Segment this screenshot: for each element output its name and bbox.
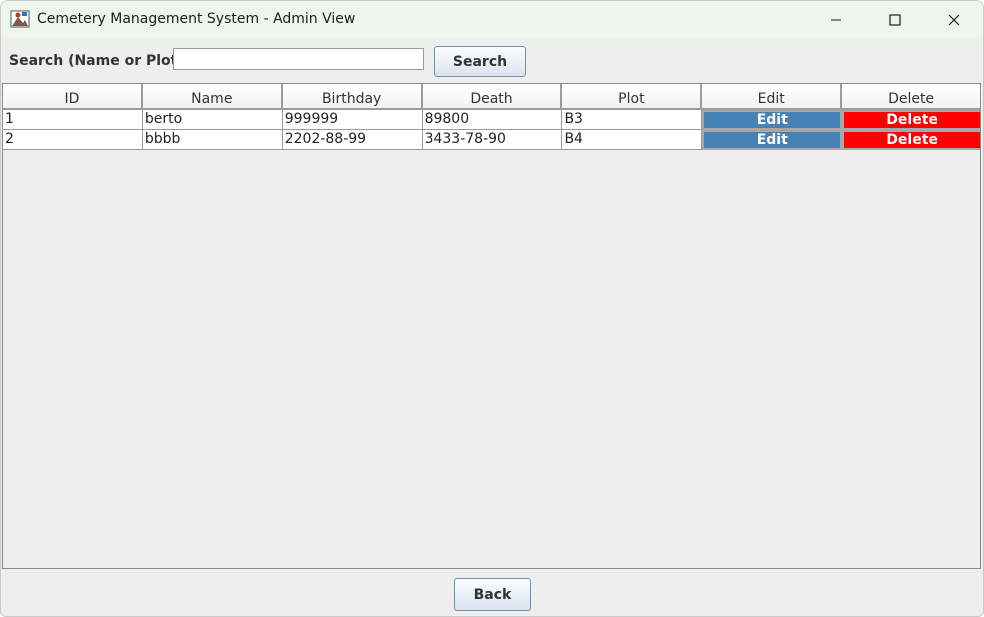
table-header: ID Name Birthday Death Plot Edit Delete: [3, 84, 980, 110]
delete-button[interactable]: Delete: [842, 130, 980, 150]
cell-name[interactable]: berto: [142, 110, 283, 130]
cell-birthday[interactable]: 999999: [282, 110, 423, 130]
records-table[interactable]: ID Name Birthday Death Plot Edit Delete …: [2, 83, 981, 569]
column-header-delete[interactable]: Delete: [842, 84, 980, 110]
search-input[interactable]: [173, 48, 424, 70]
search-button[interactable]: Search: [434, 46, 526, 77]
delete-button[interactable]: Delete: [842, 110, 980, 130]
close-button[interactable]: [925, 1, 983, 39]
table-row[interactable]: 2 bbbb 2202-88-99 3433-78-90 B4 Edit Del…: [3, 130, 980, 150]
table-row[interactable]: 1 berto 999999 89800 B3 Edit Delete: [3, 110, 980, 130]
cell-death[interactable]: 89800: [422, 110, 563, 130]
minimize-button[interactable]: [807, 1, 865, 39]
app-icon[interactable]: [10, 9, 30, 29]
column-header-birthday[interactable]: Birthday: [282, 84, 423, 110]
app-window: Cemetery Management System - Admin View …: [0, 0, 984, 617]
window-title: Cemetery Management System - Admin View: [37, 11, 356, 27]
maximize-icon: [889, 11, 901, 30]
column-header-name[interactable]: Name: [142, 84, 283, 110]
title-bar[interactable]: Cemetery Management System - Admin View: [1, 1, 983, 39]
close-icon: [948, 11, 960, 30]
column-header-death[interactable]: Death: [422, 84, 563, 110]
cell-birthday[interactable]: 2202-88-99: [282, 130, 423, 150]
minimize-icon: [830, 11, 842, 30]
back-button[interactable]: Back: [454, 578, 531, 611]
cell-plot[interactable]: B4: [562, 130, 703, 150]
column-header-plot[interactable]: Plot: [562, 84, 703, 110]
search-label: Search (Name or Plot):: [9, 53, 190, 69]
maximize-button[interactable]: [866, 1, 924, 39]
column-header-id[interactable]: ID: [3, 84, 143, 110]
cell-death[interactable]: 3433-78-90: [422, 130, 563, 150]
column-header-edit[interactable]: Edit: [702, 84, 843, 110]
cell-id[interactable]: 2: [3, 130, 143, 150]
edit-button[interactable]: Edit: [702, 110, 843, 130]
cell-name[interactable]: bbbb: [142, 130, 283, 150]
edit-button[interactable]: Edit: [702, 130, 843, 150]
cell-id[interactable]: 1: [3, 110, 143, 130]
cell-plot[interactable]: B3: [562, 110, 703, 130]
